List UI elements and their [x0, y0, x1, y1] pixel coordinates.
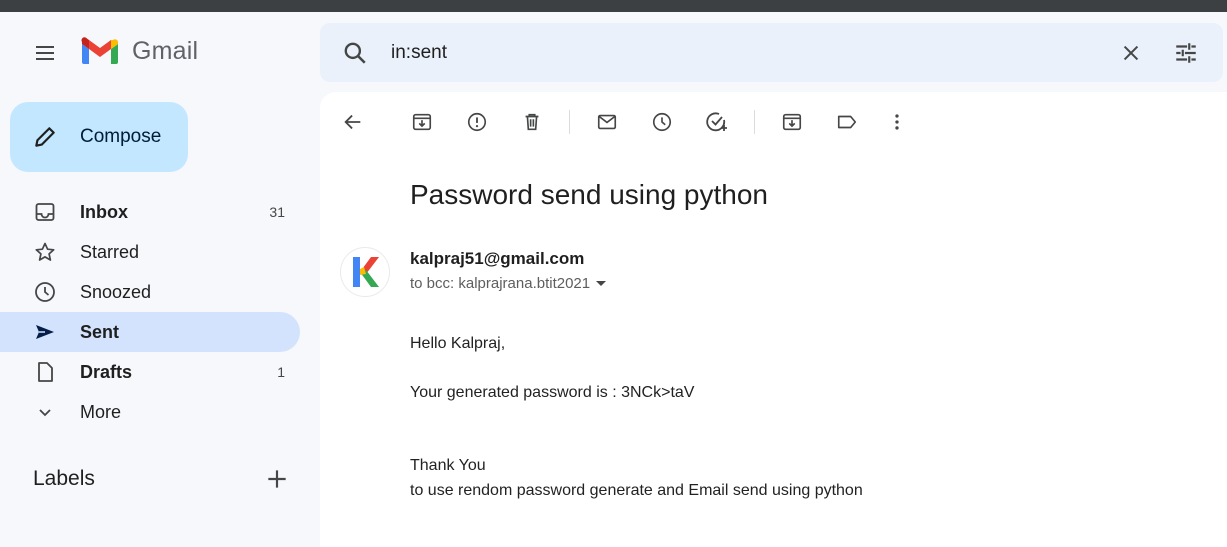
- send-icon: [36, 325, 54, 339]
- report-icon: [467, 112, 487, 132]
- report-spam-button[interactable]: [464, 109, 490, 135]
- add-task-icon: [706, 112, 727, 132]
- compose-button[interactable]: Compose: [10, 102, 188, 172]
- app-name: Gmail: [132, 36, 199, 65]
- body-greeting: Hello Kalpraj,: [410, 335, 506, 352]
- search-bar[interactable]: in:sent: [320, 23, 1223, 82]
- pencil-icon: [35, 127, 55, 147]
- body-closing: to use rendom password generate and Emai…: [410, 482, 863, 499]
- sidebar-item-starred[interactable]: Starred: [0, 232, 300, 272]
- toolbar-divider: [754, 110, 755, 134]
- more-vert-icon: [895, 114, 899, 130]
- sidebar-item-snoozed[interactable]: Snoozed: [0, 272, 300, 312]
- avatar[interactable]: [340, 247, 390, 297]
- toolbar-divider: [569, 110, 570, 134]
- sidebar-item-label: Sent: [80, 322, 120, 342]
- search-options-button[interactable]: [1171, 38, 1201, 68]
- hamburger-menu-icon: [36, 46, 54, 60]
- recipients-text: to bcc: kalprajrana.btit2021: [410, 275, 591, 292]
- message-view: Password send using python kalpraj51@gma…: [320, 92, 1227, 547]
- sidebar-nav: Inbox 31 Starred Snoozed Sent Drafts 1 M…: [0, 192, 300, 432]
- message-subject: Password send using python: [410, 179, 768, 210]
- sidebar-item-label: More: [80, 402, 122, 422]
- sidebar-item-label: Inbox: [80, 202, 128, 222]
- recipients-toggle[interactable]: to bcc: kalprajrana.btit2021: [410, 275, 607, 292]
- caret-down-icon: [596, 281, 607, 286]
- sidebar-item-inbox[interactable]: Inbox 31: [0, 192, 300, 232]
- clear-search-button[interactable]: [1116, 38, 1146, 68]
- mail-icon: [597, 114, 617, 130]
- search-icon[interactable]: [342, 40, 368, 66]
- draft-count: 1: [277, 364, 285, 380]
- sidebar-item-label: Starred: [80, 242, 140, 262]
- move-to-button[interactable]: [779, 109, 805, 135]
- sender-email[interactable]: kalpraj51@gmail.com: [410, 249, 584, 269]
- sidebar-item-label: Drafts: [80, 362, 133, 382]
- move-to-icon: [782, 113, 802, 131]
- unread-count: 31: [269, 204, 285, 220]
- sidebar-item-drafts[interactable]: Drafts 1: [0, 352, 300, 392]
- gmail-m-icon: [81, 37, 118, 64]
- labels-heading: Labels: [33, 467, 95, 490]
- gmail-logo[interactable]: Gmail: [80, 36, 198, 66]
- close-icon: [1123, 45, 1139, 61]
- sidebar-item-sent[interactable]: Sent: [0, 312, 300, 352]
- clock-icon: [652, 112, 672, 132]
- sidebar-item-label: Snoozed: [80, 282, 152, 302]
- labels-button[interactable]: [834, 109, 860, 135]
- body-password-line: Your generated password is : 3NCk>taV: [410, 384, 695, 401]
- snooze-button[interactable]: [649, 109, 675, 135]
- sidebar-item-more[interactable]: More: [0, 392, 300, 432]
- search-input[interactable]: in:sent: [391, 42, 447, 64]
- draft-icon: [38, 362, 53, 382]
- back-button[interactable]: [340, 109, 366, 135]
- browser-top-strip: [0, 0, 1227, 12]
- inbox-icon: [35, 203, 55, 221]
- clock-icon: [35, 282, 55, 302]
- compose-label: Compose: [80, 126, 162, 147]
- mark-unread-button[interactable]: [594, 109, 620, 135]
- arrow-back-icon: [344, 114, 361, 130]
- archive-icon: [412, 113, 432, 131]
- trash-icon: [525, 113, 539, 131]
- chevron-down-icon: [39, 409, 51, 417]
- sender-avatar-k: [353, 257, 379, 287]
- body-thanks: Thank You: [410, 457, 486, 474]
- add-to-tasks-button[interactable]: [704, 109, 730, 135]
- main-menu-button[interactable]: [25, 33, 65, 73]
- delete-button[interactable]: [519, 109, 545, 135]
- more-options-button[interactable]: [884, 109, 910, 135]
- tune-icon: [1176, 43, 1196, 63]
- archive-button[interactable]: [409, 109, 435, 135]
- star-icon: [35, 242, 55, 261]
- add-label-icon[interactable]: [264, 466, 290, 492]
- label-icon: [837, 115, 857, 129]
